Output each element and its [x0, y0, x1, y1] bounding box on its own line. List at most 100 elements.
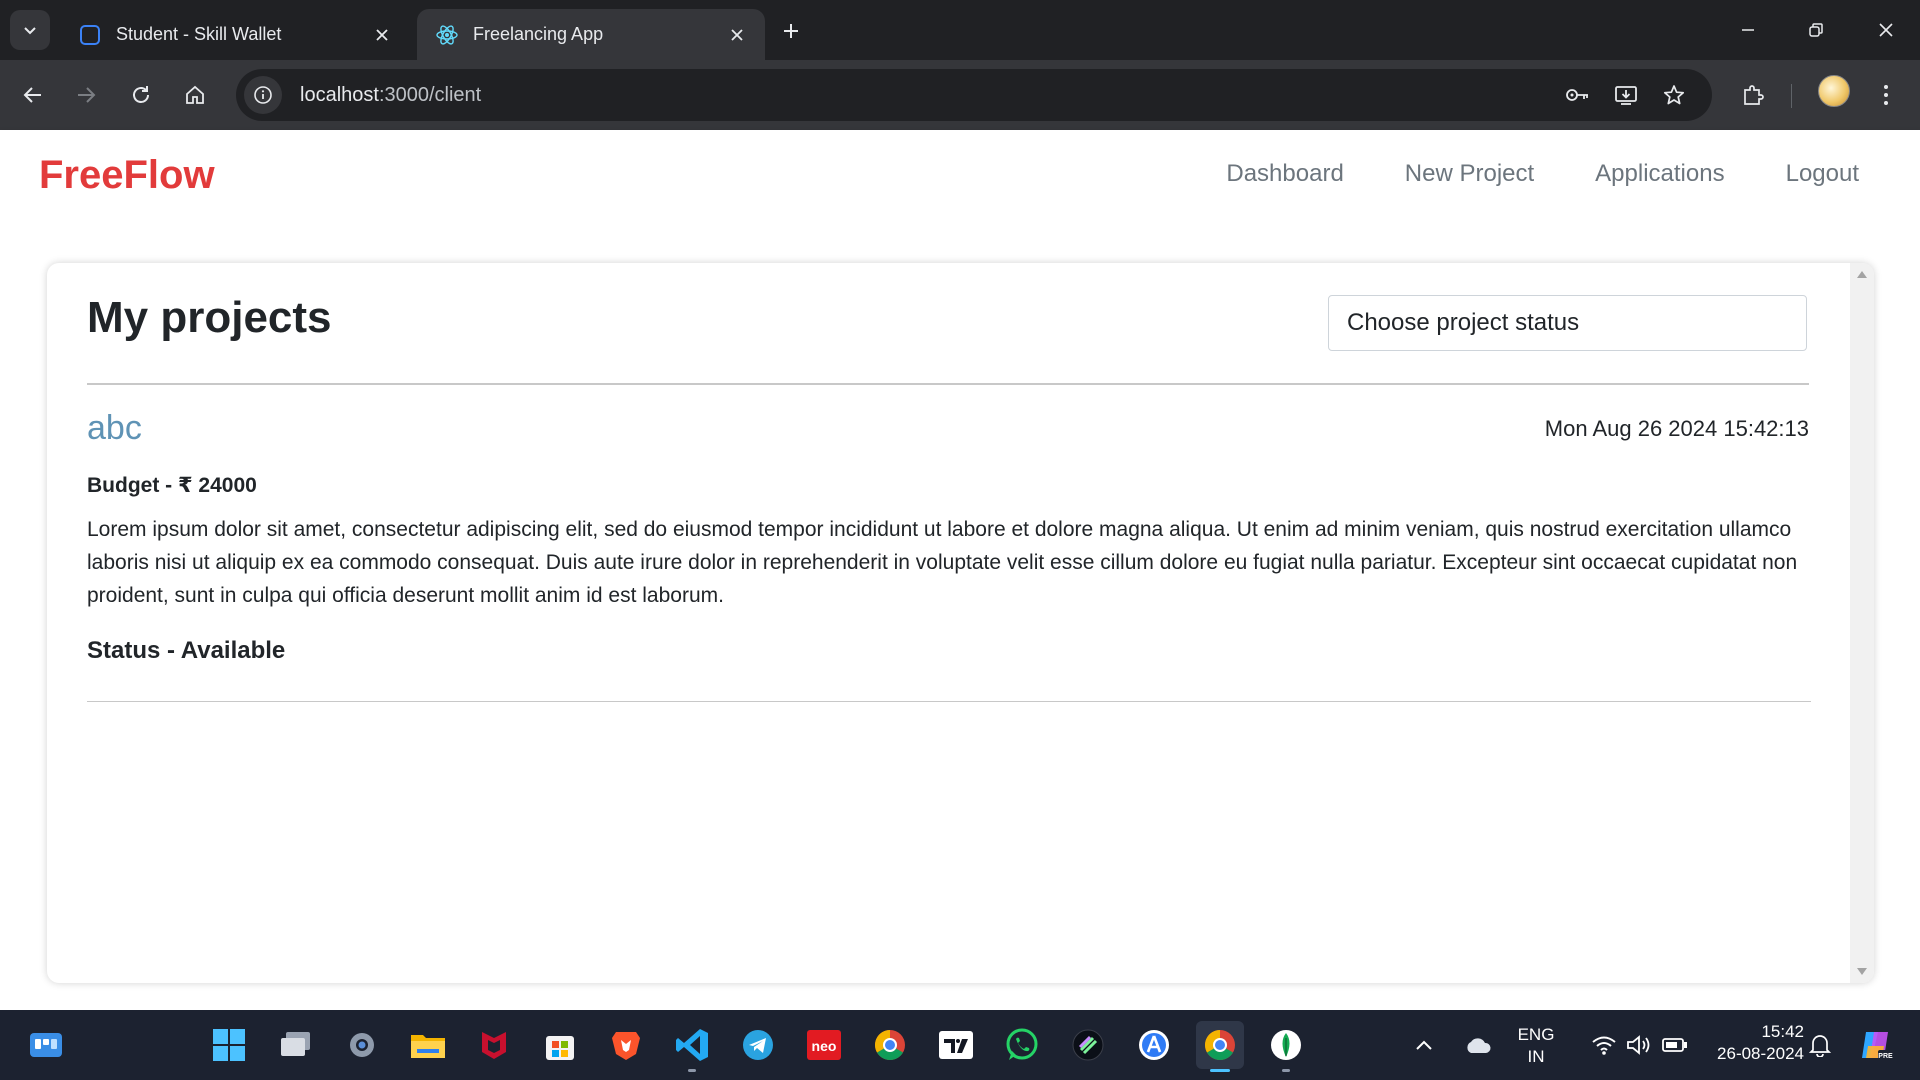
minimize-icon [1742, 29, 1754, 31]
install-icon [1615, 86, 1637, 105]
vscode-icon [676, 1029, 708, 1061]
new-tab-button[interactable] [776, 16, 806, 46]
quick-settings-button[interactable] [1580, 1021, 1700, 1069]
page-content: My projects Choose project status abc Mo… [0, 220, 1920, 1010]
tab-search-button[interactable] [10, 10, 50, 50]
wifi-icon [1592, 1036, 1616, 1055]
project-status: Status - Available [87, 637, 286, 664]
restore-icon [1809, 23, 1823, 37]
url-host: localhost [300, 83, 379, 106]
divider [87, 383, 1809, 385]
scroll-up-arrow-icon[interactable] [1857, 271, 1867, 278]
close-tab-icon[interactable] [370, 23, 394, 47]
tab-title: Freelancing App [473, 24, 604, 44]
app-store-icon [1139, 1030, 1169, 1060]
plus-icon [784, 24, 798, 38]
my-projects-card: My projects Choose project status abc Mo… [47, 263, 1874, 983]
close-window-button[interactable] [1852, 0, 1920, 60]
nav-new-project[interactable]: New Project [1405, 160, 1534, 188]
tradingview-app[interactable] [932, 1021, 980, 1069]
region-code: IN [1527, 1047, 1545, 1066]
chrome-active-app[interactable] [1196, 1021, 1244, 1072]
restore-button[interactable] [1782, 0, 1850, 60]
microsoft-store-icon [546, 1036, 574, 1060]
app-navbar: FreeFlow Dashboard New Project Applicati… [0, 130, 1920, 220]
task-view-icon [281, 1032, 310, 1056]
active-indicator [1210, 1069, 1230, 1072]
back-button[interactable] [15, 77, 51, 113]
brand-logo[interactable]: FreeFlow [39, 153, 215, 198]
install-app-button[interactable] [1608, 77, 1644, 113]
star-icon [1663, 85, 1685, 105]
arrow-left-icon [23, 87, 41, 103]
mcafee-app[interactable] [470, 1021, 518, 1069]
tab-title: Student - Skill Wallet [116, 24, 282, 44]
chrome-app[interactable] [866, 1021, 914, 1069]
telegram-icon [743, 1030, 773, 1060]
home-button[interactable] [177, 77, 213, 113]
bookmark-button[interactable] [1656, 77, 1692, 113]
project-description: Lorem ipsum dolor sit amet, consectetur … [87, 518, 1798, 607]
reload-button[interactable] [123, 77, 159, 113]
copilot-button[interactable]: PRE [1852, 1021, 1900, 1069]
language-indicator[interactable]: ENG IN [1508, 1024, 1564, 1068]
toolbar-separator [1791, 84, 1792, 108]
clock-date: 26-08-2024 [1717, 1044, 1804, 1063]
settings-icon [350, 1033, 374, 1057]
browser-tab-strip: Student - Skill Wallet Freelancing App [0, 0, 1920, 60]
nav-logout[interactable]: Logout [1786, 160, 1859, 188]
telegram-app[interactable] [734, 1021, 782, 1069]
nav-dashboard[interactable]: Dashboard [1226, 160, 1343, 188]
nav-applications[interactable]: Applications [1595, 160, 1724, 188]
project-budget: Budget - ₹ 24000 [87, 474, 257, 497]
notifications-button[interactable] [1804, 1021, 1836, 1069]
settings-app[interactable] [338, 1021, 386, 1069]
scrollbar[interactable] [1850, 263, 1874, 983]
file-explorer-app[interactable] [404, 1021, 452, 1069]
neo-app[interactable]: neo [800, 1021, 848, 1069]
project-status-select[interactable]: Choose project status [1328, 295, 1807, 351]
app-store-app[interactable] [1130, 1021, 1178, 1069]
password-key-button[interactable] [1560, 77, 1596, 113]
start-button[interactable] [205, 1021, 253, 1069]
kebab-menu-icon [1884, 85, 1888, 105]
running-indicator [1282, 1069, 1290, 1072]
browser-menu-button[interactable] [1868, 77, 1904, 113]
browser-toolbar: localhost:3000/client [0, 60, 1920, 130]
chevron-up-icon [1416, 1040, 1432, 1050]
clock[interactable]: 15:42 26-08-2024 [1696, 1021, 1804, 1065]
profile-avatar[interactable] [1818, 75, 1850, 107]
tab-freelancing-app[interactable]: Freelancing App [417, 9, 765, 60]
notification-bell-icon [1809, 1035, 1831, 1057]
site-info-button[interactable] [244, 76, 282, 114]
microsoft-store-app[interactable] [536, 1021, 584, 1069]
widgets-button[interactable] [22, 1021, 70, 1069]
whatsapp-app[interactable] [998, 1021, 1046, 1069]
mongodb-compass-icon [1271, 1030, 1301, 1060]
url-text: localhost:3000/client [300, 84, 481, 107]
arrow-right-icon [78, 87, 96, 103]
chrome-icon [874, 1030, 905, 1061]
forward-button[interactable] [68, 77, 104, 113]
battery-icon [1662, 1038, 1687, 1052]
linear-app[interactable] [1064, 1021, 1112, 1069]
nav-links: Dashboard New Project Applications Logou… [1226, 160, 1859, 188]
close-tab-icon[interactable] [725, 23, 749, 47]
brave-app[interactable] [602, 1021, 650, 1069]
vscode-app[interactable] [668, 1021, 716, 1072]
url-path: :3000/client [378, 83, 482, 106]
minimize-button[interactable] [1714, 0, 1782, 60]
extensions-button[interactable] [1735, 77, 1771, 113]
address-bar[interactable]: localhost:3000/client [236, 69, 1712, 121]
windows-taskbar: neo ENG IN 15:42 26-08-2024 PRE [0, 1010, 1920, 1080]
project-date: Mon Aug 26 2024 15:42:13 [1544, 416, 1809, 441]
neo-icon: neo [807, 1030, 841, 1060]
key-icon [1566, 89, 1588, 101]
onedrive-button[interactable] [1456, 1021, 1500, 1069]
scroll-down-arrow-icon[interactable] [1857, 968, 1867, 975]
show-hidden-icons-button[interactable] [1406, 1021, 1442, 1069]
task-view-button[interactable] [272, 1021, 320, 1069]
project-name[interactable]: abc [87, 409, 142, 448]
tab-student-skill-wallet[interactable]: Student - Skill Wallet [60, 9, 410, 60]
mongodb-compass-app[interactable] [1262, 1021, 1310, 1072]
